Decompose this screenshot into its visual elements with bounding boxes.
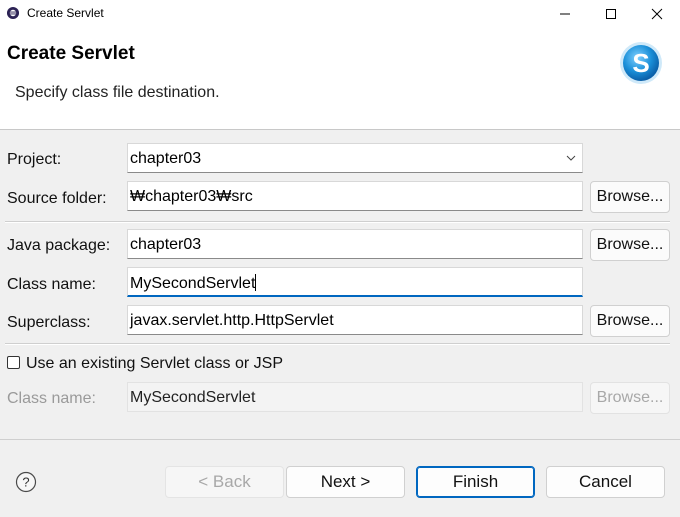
use-existing-checkbox[interactable]	[7, 356, 20, 369]
class-name-value: MySecondServlet	[130, 275, 256, 292]
close-button[interactable]	[634, 0, 680, 28]
source-folder-value: ₩chapter03₩src	[130, 188, 253, 205]
back-button: < Back	[165, 466, 284, 498]
java-package-browse-button[interactable]: Browse...	[590, 229, 670, 261]
wizard-banner: Create Servlet Specify class file destin…	[0, 28, 680, 130]
separator	[5, 343, 670, 345]
project-combo[interactable]: chapter03	[127, 143, 583, 173]
class-name-input[interactable]: MySecondServlet	[127, 267, 583, 297]
source-folder-browse-button[interactable]: Browse...	[590, 181, 670, 213]
close-icon	[651, 8, 663, 20]
superclass-label: Superclass:	[7, 314, 91, 331]
project-label: Project:	[7, 151, 62, 168]
minimize-button[interactable]	[542, 0, 588, 28]
source-folder-input[interactable]: ₩chapter03₩src	[127, 181, 583, 211]
create-servlet-dialog: Create Servlet Create Servlet Specify cl…	[0, 0, 680, 517]
existing-class-browse-button: Browse...	[590, 382, 670, 414]
project-value: chapter03	[130, 150, 202, 167]
maximize-icon	[606, 9, 616, 19]
existing-class-name-value: MySecondServlet	[130, 389, 256, 406]
java-package-label: Java package:	[7, 237, 111, 254]
existing-class-name-input: MySecondServlet	[127, 382, 583, 412]
chevron-down-icon	[566, 155, 576, 161]
page-description: Specify class file destination.	[15, 84, 220, 101]
finish-button[interactable]: Finish	[416, 466, 535, 498]
eclipse-icon	[7, 7, 19, 19]
next-button[interactable]: Next >	[286, 466, 405, 498]
text-cursor	[255, 274, 257, 291]
svg-text:S: S	[632, 48, 649, 78]
footer-separator	[0, 439, 680, 440]
minimize-icon	[560, 13, 570, 15]
superclass-input[interactable]: javax.servlet.http.HttpServlet	[127, 305, 583, 335]
maximize-button[interactable]	[588, 0, 634, 28]
help-icon[interactable]: ?	[15, 471, 37, 493]
page-title: Create Servlet	[7, 43, 135, 64]
title-bar: Create Servlet	[0, 0, 680, 28]
use-existing-label[interactable]: Use an existing Servlet class or JSP	[26, 355, 283, 373]
java-package-input[interactable]: chapter03	[127, 229, 583, 259]
servlet-wizard-icon: S	[620, 42, 662, 84]
existing-class-name-label: Class name:	[7, 390, 96, 407]
superclass-browse-button[interactable]: Browse...	[590, 305, 670, 337]
java-package-value: chapter03	[130, 236, 202, 253]
cancel-button[interactable]: Cancel	[546, 466, 665, 498]
class-name-label: Class name:	[7, 276, 96, 293]
superclass-value: javax.servlet.http.HttpServlet	[130, 312, 334, 329]
svg-text:?: ?	[22, 475, 29, 490]
separator	[5, 221, 670, 223]
window-title: Create Servlet	[27, 6, 104, 20]
source-folder-label: Source folder:	[7, 190, 107, 207]
